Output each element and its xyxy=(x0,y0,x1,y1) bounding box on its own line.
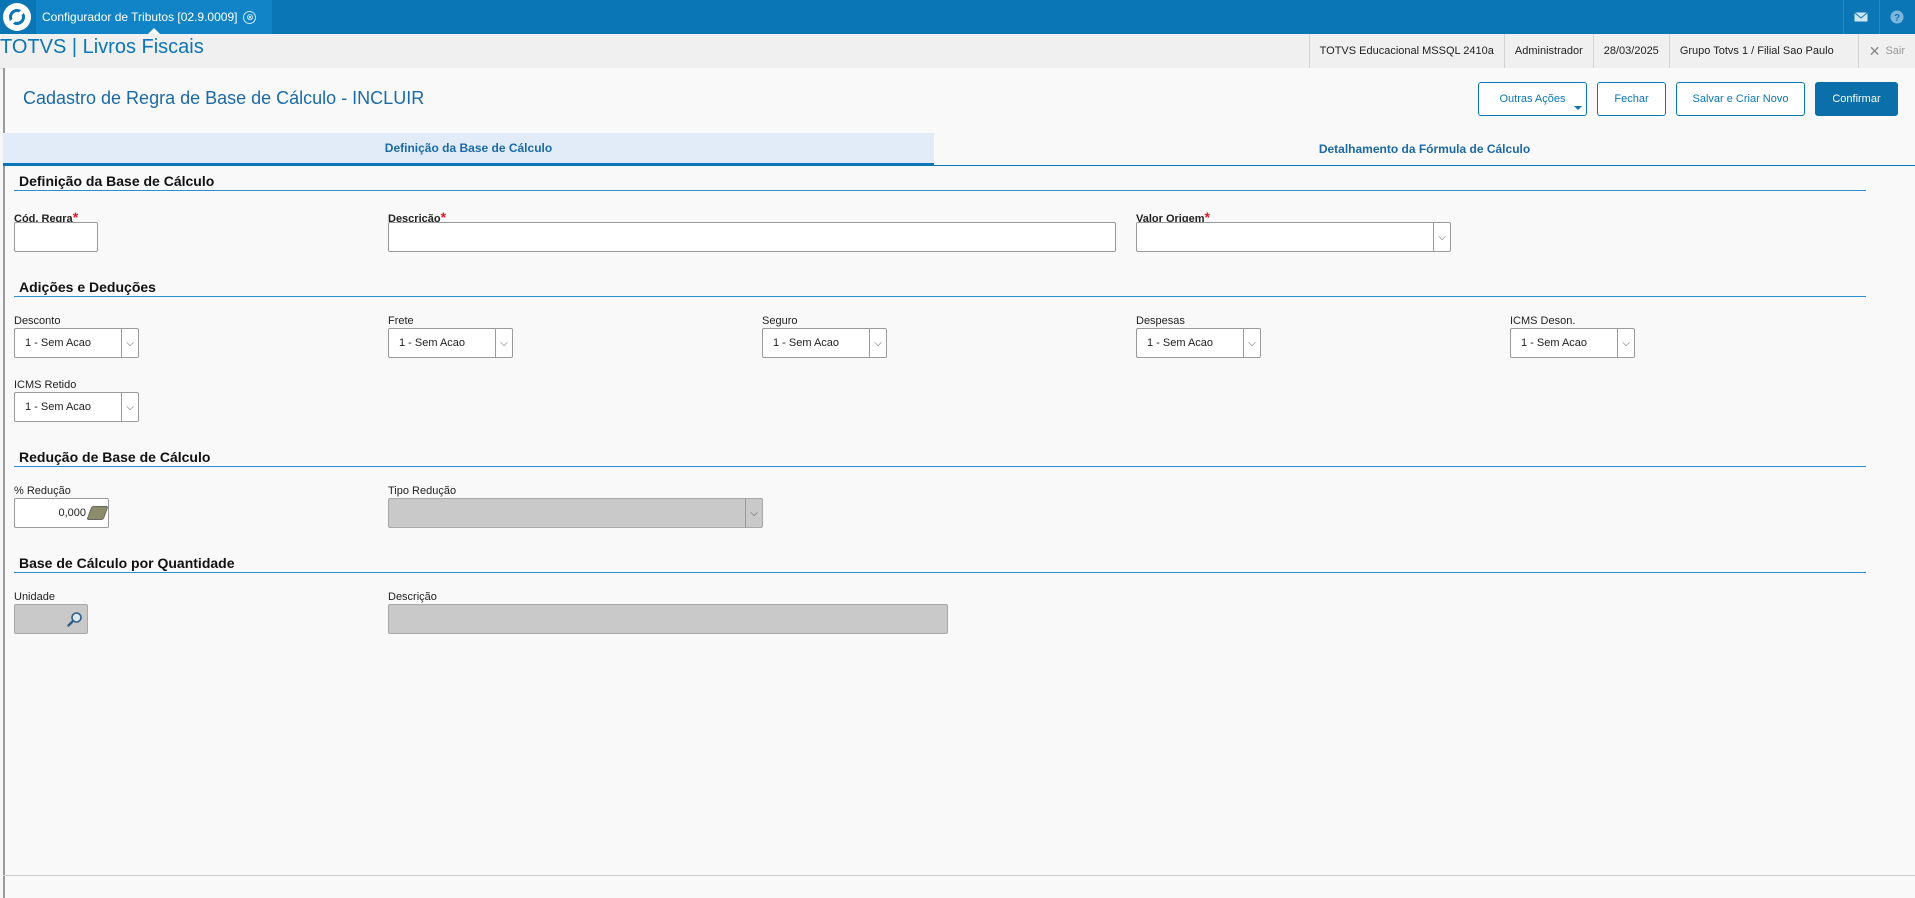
unidade-input xyxy=(14,604,88,634)
desconto-value: 1 - Sem Acao xyxy=(25,337,92,349)
section-definicao: Definição da Base de Cálculo xyxy=(14,173,1866,191)
help-icon[interactable]: ? xyxy=(1879,0,1914,34)
chevron-down-icon[interactable]: ⌵ xyxy=(495,329,512,357)
environment-info: TOTVS Educacional MSSQL 2410a xyxy=(1308,34,1504,68)
section-quantidade: Base de Cálculo por Quantidade xyxy=(14,555,1866,573)
close-button[interactable]: Fechar xyxy=(1597,82,1666,116)
despesas-select[interactable]: 1 - Sem Acao ⌵ xyxy=(1136,328,1261,358)
tab-title: Configurador de Tributos [02.9.0009] xyxy=(42,10,238,24)
perc-reducao-input[interactable]: 0,000 xyxy=(14,498,109,528)
unidade-label: Unidade xyxy=(14,591,55,603)
close-tab-icon[interactable]: ⊗ xyxy=(243,10,257,24)
mail-icon[interactable] xyxy=(1843,0,1878,34)
confirm-button[interactable]: Confirmar xyxy=(1815,82,1898,116)
page-title: Cadastro de Regra de Base de Cálculo - I… xyxy=(23,88,425,108)
chevron-down-icon xyxy=(1574,106,1582,110)
desconto-label: Desconto xyxy=(14,315,61,327)
tipo-reducao-select: ⌵ xyxy=(388,498,763,528)
tipo-reducao-label: Tipo Redução xyxy=(388,485,457,497)
form-tabs: Definição da Base de Cálculo Detalhament… xyxy=(3,133,1915,166)
section-adicoes: Adições e Deduções xyxy=(14,279,1866,297)
perc-reducao-label: % Redução xyxy=(14,485,71,497)
other-actions-button[interactable]: Outras Ações xyxy=(1478,82,1587,116)
chevron-down-icon: ⌵ xyxy=(745,499,762,527)
user-info: Administrador xyxy=(1503,34,1593,68)
footer-divider xyxy=(3,875,1915,876)
totvs-logo-icon[interactable] xyxy=(3,3,31,31)
tab-definicao-base[interactable]: Definição da Base de Cálculo xyxy=(3,133,934,165)
chevron-down-icon[interactable]: ⌵ xyxy=(121,393,138,421)
valor-origem-select[interactable]: ⌵ xyxy=(1136,222,1451,252)
section-title: Adições e Deduções xyxy=(19,279,156,295)
app-brand: TOTVS | Livros Fiscais xyxy=(0,36,204,58)
seguro-label: Seguro xyxy=(762,315,798,327)
chevron-down-icon[interactable]: ⌵ xyxy=(1617,329,1634,357)
section-title: Base de Cálculo por Quantidade xyxy=(19,555,235,571)
form-content xyxy=(3,68,1915,898)
svg-text:?: ? xyxy=(1894,13,1900,24)
perc-reducao-value: 0,000 xyxy=(58,507,86,519)
chevron-down-icon[interactable]: ⌵ xyxy=(1243,329,1260,357)
icms-retido-label: ICMS Retido xyxy=(14,379,77,391)
other-actions-label: Outras Ações xyxy=(1499,93,1566,105)
icms-deson-value: 1 - Sem Acao xyxy=(1521,337,1588,349)
seguro-value: 1 - Sem Acao xyxy=(773,337,840,349)
desconto-select[interactable]: 1 - Sem Acao ⌵ xyxy=(14,328,139,358)
icms-deson-select[interactable]: 1 - Sem Acao ⌵ xyxy=(1510,328,1635,358)
calculator-icon[interactable] xyxy=(86,506,109,520)
descricao-input[interactable] xyxy=(388,222,1116,252)
search-icon[interactable] xyxy=(67,611,83,627)
logout-label: Sair xyxy=(1885,45,1905,57)
close-icon: ✕ xyxy=(1868,42,1881,59)
section-title: Definição da Base de Cálculo xyxy=(19,173,215,189)
quantidade-descricao-label: Descrição xyxy=(388,591,437,603)
tab-detalhamento-formula[interactable]: Detalhamento da Fórmula de Cálculo xyxy=(934,133,1915,165)
icms-retido-select[interactable]: 1 - Sem Acao ⌵ xyxy=(14,392,139,422)
section-title: Redução de Base de Cálculo xyxy=(19,449,211,465)
top-bar: Configurador de Tributos [02.9.0009] ⊗ ? xyxy=(0,0,1915,34)
despesas-value: 1 - Sem Acao xyxy=(1147,337,1214,349)
save-and-new-button[interactable]: Salvar e Criar Novo xyxy=(1676,82,1805,116)
frete-label: Frete xyxy=(388,315,414,327)
chevron-down-icon[interactable]: ⌵ xyxy=(869,329,886,357)
logout-button[interactable]: ✕ Sair xyxy=(1857,34,1915,68)
frete-select[interactable]: 1 - Sem Acao ⌵ xyxy=(388,328,513,358)
branch-info: Grupo Totvs 1 / Filial Sao Paulo xyxy=(1668,34,1844,68)
frete-value: 1 - Sem Acao xyxy=(399,337,466,349)
chevron-down-icon[interactable]: ⌵ xyxy=(121,329,138,357)
cod-regra-input[interactable] xyxy=(14,222,98,252)
seguro-select[interactable]: 1 - Sem Acao ⌵ xyxy=(762,328,887,358)
despesas-label: Despesas xyxy=(1136,315,1185,327)
quantidade-descricao-input xyxy=(388,604,948,634)
section-reducao: Redução de Base de Cálculo xyxy=(14,449,1866,467)
icms-retido-value: 1 - Sem Acao xyxy=(25,401,92,413)
icms-deson-label: ICMS Deson. xyxy=(1510,315,1576,327)
chevron-down-icon[interactable]: ⌵ xyxy=(1433,223,1450,251)
date-info: 28/03/2025 xyxy=(1592,34,1669,68)
session-info-bar: TOTVS Educacional MSSQL 2410a Administra… xyxy=(1308,34,1915,68)
